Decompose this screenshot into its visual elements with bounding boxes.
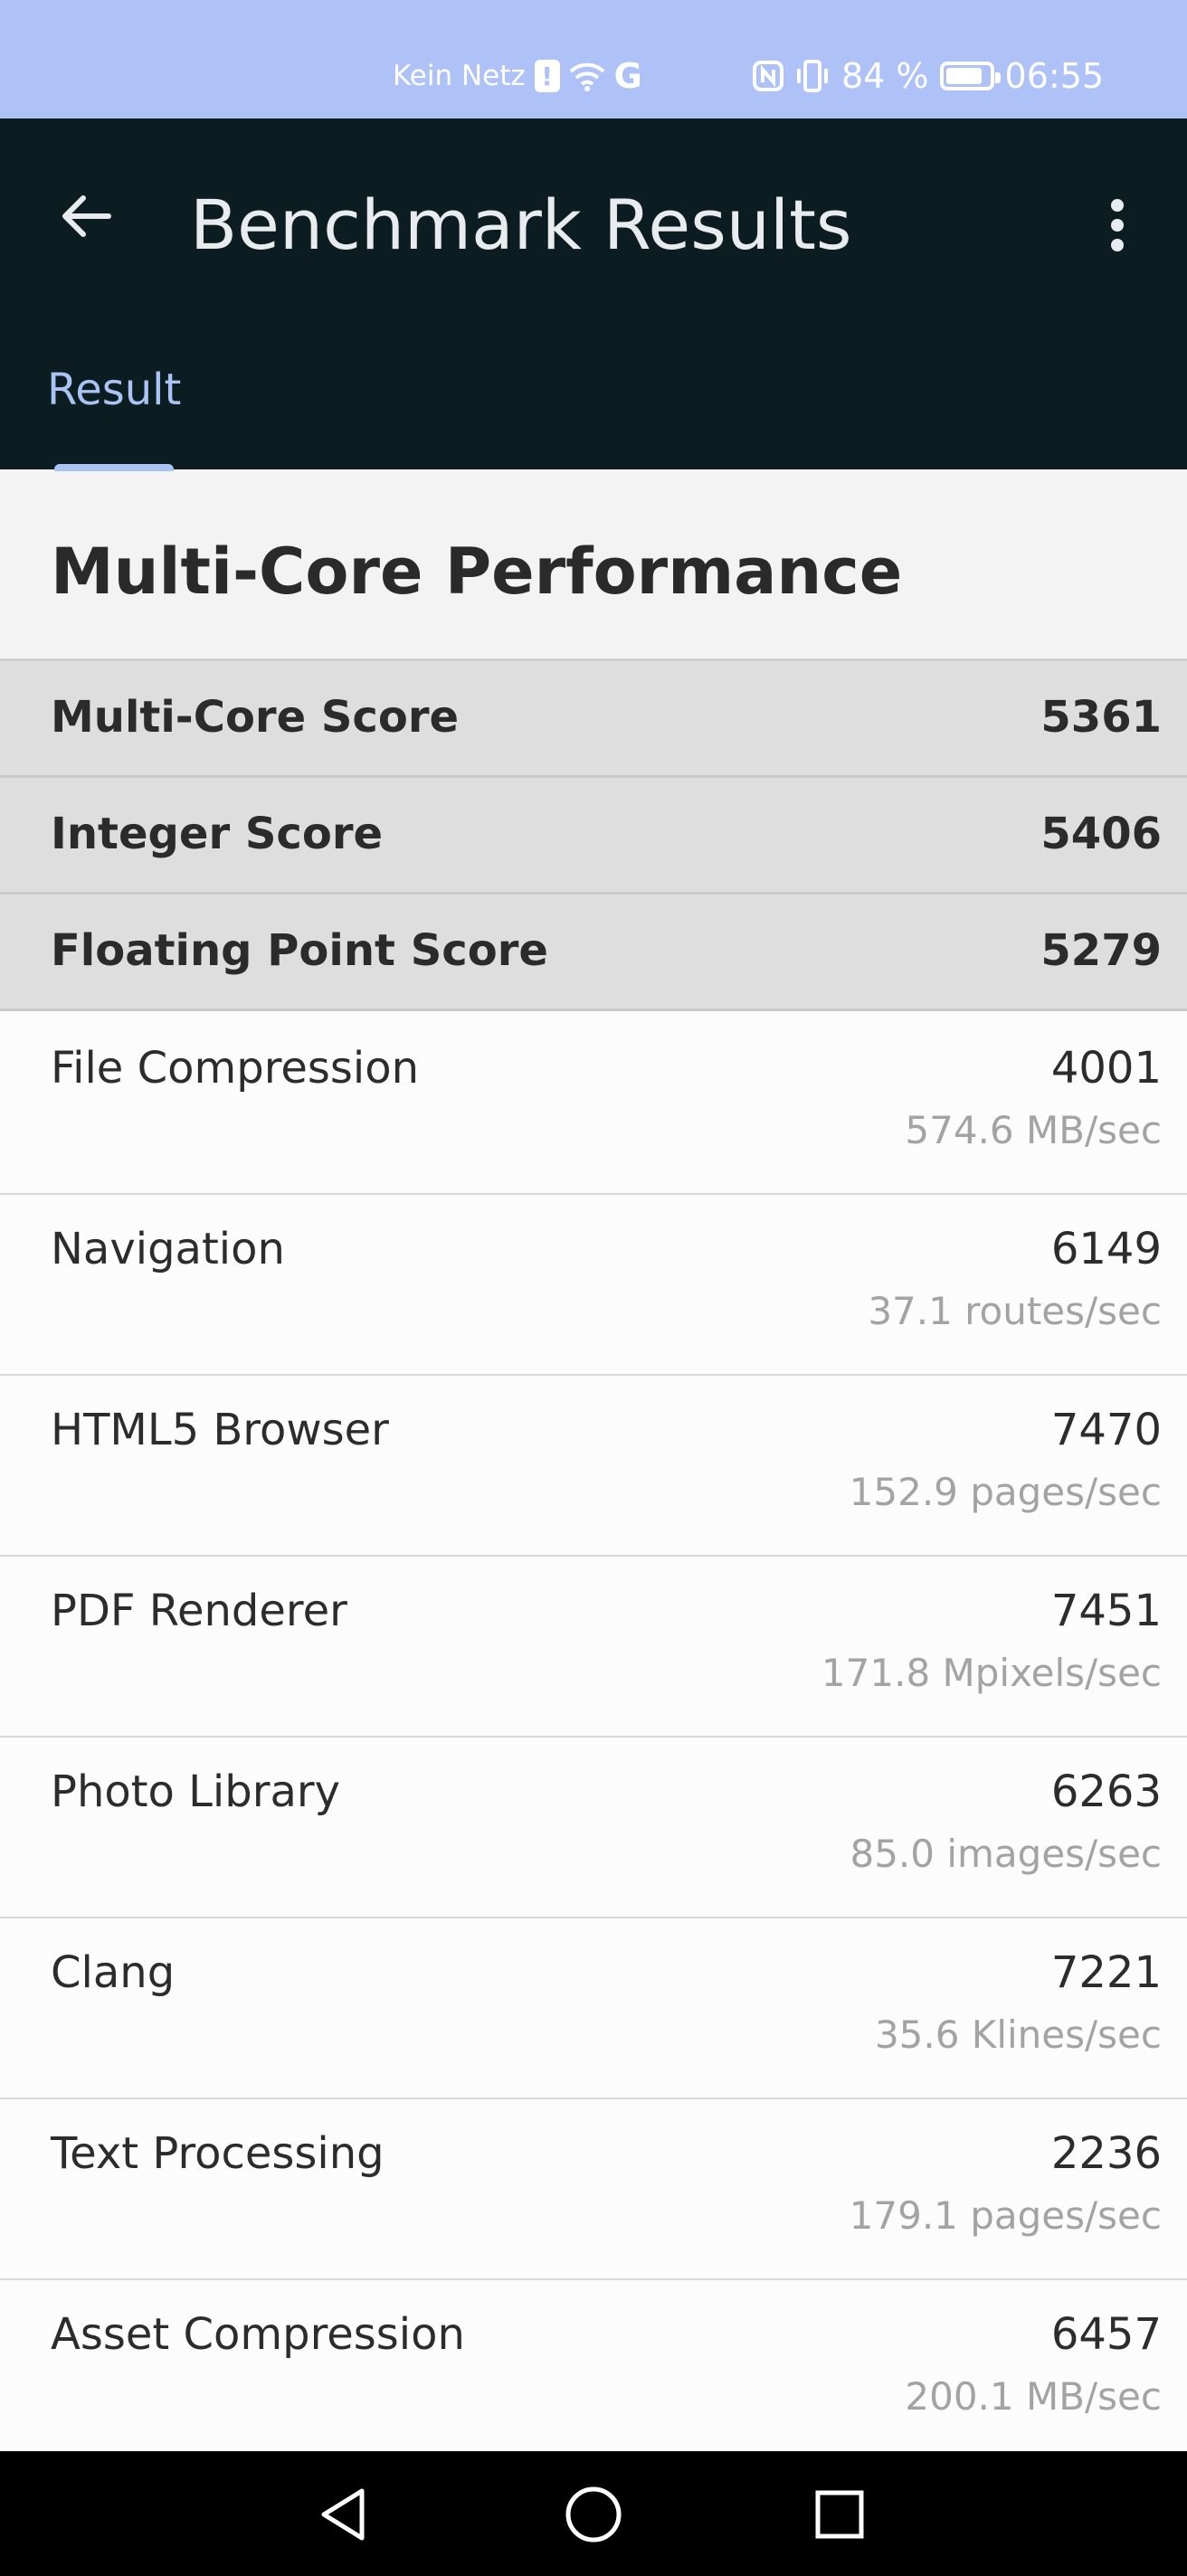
page-title: Benchmark Results bbox=[190, 185, 852, 265]
benchmark-row: Asset Compression 6457 200.1 MB/sec bbox=[0, 2280, 1187, 2461]
benchmark-row: Clang 7221 35.6 Klines/sec bbox=[0, 1918, 1187, 2099]
benchmark-label: PDF Renderer bbox=[51, 1586, 347, 1636]
tab-indicator bbox=[54, 464, 174, 471]
wifi-icon bbox=[569, 61, 605, 91]
benchmark-rate: 574.6 MB/sec bbox=[905, 1108, 1162, 1152]
score-row-multi-core: Multi-Core Score 5361 bbox=[0, 661, 1187, 778]
benchmark-row: HTML5 Browser 7470 152.9 pages/sec bbox=[0, 1376, 1187, 1557]
benchmark-rate: 200.1 MB/sec bbox=[905, 2374, 1162, 2419]
vibrate-icon bbox=[794, 60, 831, 92]
benchmark-rate: 85.0 images/sec bbox=[850, 1832, 1162, 1876]
status-right: 84 % 06:55 bbox=[753, 56, 1104, 96]
tab-result[interactable]: Result bbox=[47, 365, 181, 415]
alert-icon: ! bbox=[534, 60, 560, 92]
battery-icon bbox=[939, 62, 1001, 90]
score-value: 5406 bbox=[1040, 809, 1162, 859]
score-value: 5361 bbox=[1040, 692, 1162, 743]
benchmark-label: Text Processing bbox=[51, 2128, 385, 2179]
status-bar: Kein Netz ! G 84 % 06:55 bbox=[0, 0, 1187, 118]
benchmark-rate: 152.9 pages/sec bbox=[849, 1470, 1162, 1514]
benchmark-row: Photo Library 6263 85.0 images/sec bbox=[0, 1738, 1187, 1918]
benchmark-label: Clang bbox=[51, 1947, 176, 1998]
g-icon: G bbox=[613, 56, 642, 96]
status-left: Kein Netz ! G bbox=[393, 56, 642, 96]
benchmark-row: File Compression 4001 574.6 MB/sec bbox=[0, 1014, 1187, 1195]
benchmark-label: Asset Compression bbox=[51, 2309, 465, 2360]
benchmark-rate: 35.6 Klines/sec bbox=[874, 2012, 1162, 2057]
benchmark-score: 6457 bbox=[1050, 2309, 1162, 2360]
section-header: Multi-Core Performance bbox=[0, 471, 1187, 661]
benchmark-row: Navigation 6149 37.1 routes/sec bbox=[0, 1195, 1187, 1376]
score-row-integer: Integer Score 5406 bbox=[0, 778, 1187, 895]
score-value: 5279 bbox=[1040, 925, 1162, 976]
benchmark-score: 6263 bbox=[1050, 1766, 1162, 1817]
score-label: Multi-Core Score bbox=[51, 692, 460, 743]
more-vert-icon bbox=[1111, 199, 1124, 251]
nav-back-button[interactable] bbox=[309, 2480, 378, 2549]
score-label: Floating Point Score bbox=[51, 925, 548, 976]
triangle-back-icon bbox=[321, 2488, 365, 2541]
circle-home-icon bbox=[565, 2486, 622, 2543]
carrier-label: Kein Netz bbox=[393, 60, 526, 92]
benchmark-score: 7470 bbox=[1050, 1405, 1162, 1455]
arrow-left-icon bbox=[62, 195, 111, 237]
nav-recents-button[interactable] bbox=[805, 2480, 874, 2549]
back-button[interactable] bbox=[51, 180, 123, 252]
system-nav-bar bbox=[0, 2451, 1187, 2576]
benchmark-rate: 171.8 Mpixels/sec bbox=[821, 1651, 1162, 1695]
benchmark-score: 2236 bbox=[1050, 2128, 1162, 2179]
benchmark-label: HTML5 Browser bbox=[51, 1405, 389, 1455]
nav-home-button[interactable] bbox=[559, 2480, 628, 2549]
benchmark-score: 7451 bbox=[1050, 1586, 1162, 1636]
benchmark-row: Text Processing 2236 179.1 pages/sec bbox=[0, 2099, 1187, 2280]
battery-fill bbox=[945, 68, 982, 84]
score-row-floating-point: Floating Point Score 5279 bbox=[0, 895, 1187, 1011]
benchmark-row: PDF Renderer 7451 171.8 Mpixels/sec bbox=[0, 1557, 1187, 1738]
benchmark-label: Photo Library bbox=[51, 1766, 341, 1817]
benchmark-rate: 37.1 routes/sec bbox=[868, 1289, 1162, 1333]
score-label: Integer Score bbox=[51, 809, 384, 859]
app-bar: Benchmark Results Result bbox=[0, 118, 1187, 471]
benchmark-rate: 179.1 pages/sec bbox=[849, 2193, 1162, 2238]
benchmark-label: Navigation bbox=[51, 1224, 285, 1274]
section-title: Multi-Core Performance bbox=[51, 535, 903, 609]
benchmark-score: 6149 bbox=[1050, 1224, 1162, 1274]
benchmark-label: File Compression bbox=[51, 1043, 420, 1094]
clock: 06:55 bbox=[1004, 56, 1105, 96]
benchmark-score: 7221 bbox=[1050, 1947, 1162, 1998]
benchmark-score: 4001 bbox=[1050, 1043, 1162, 1094]
more-options-button[interactable] bbox=[1086, 180, 1149, 270]
nfc-icon bbox=[753, 61, 783, 91]
battery-percent: 84 % bbox=[841, 56, 929, 96]
square-recents-icon bbox=[815, 2490, 864, 2539]
